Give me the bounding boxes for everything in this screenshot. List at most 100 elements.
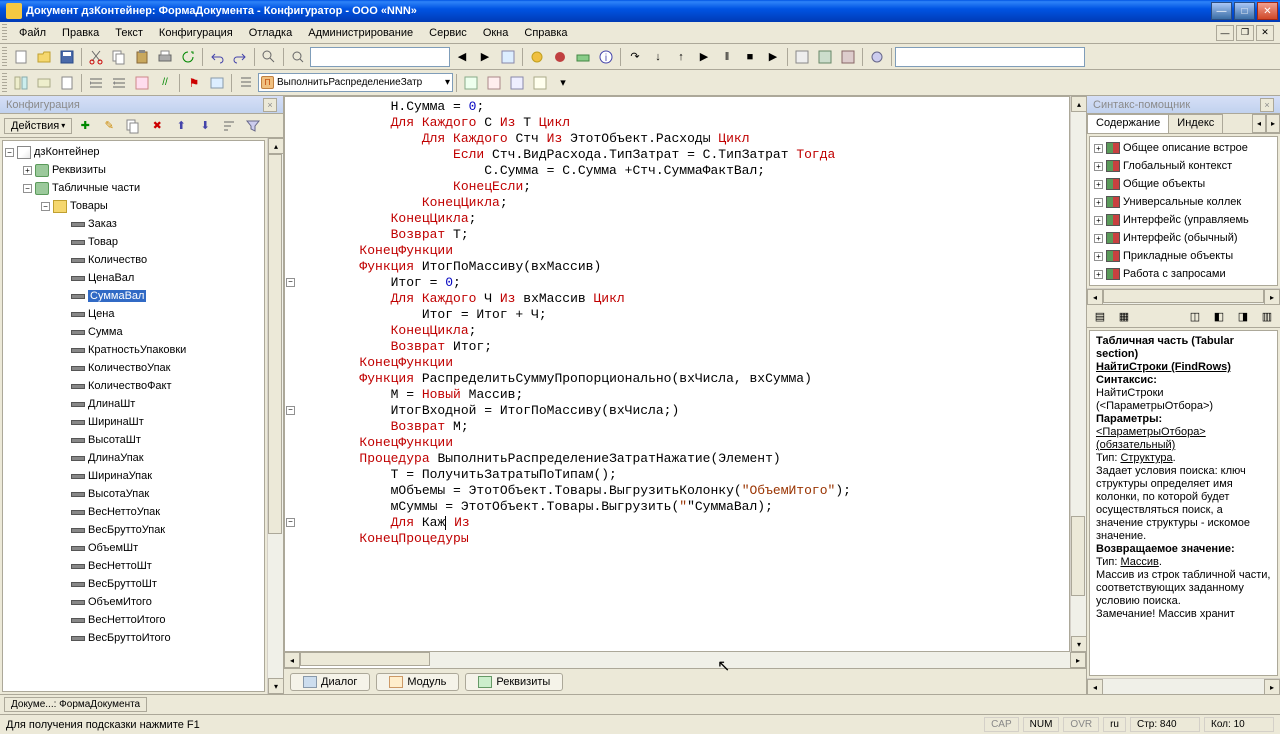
step-out-button[interactable]: ↑ <box>670 46 692 68</box>
tree-item[interactable]: ВесБруттоШт <box>5 575 262 593</box>
debug-breakpoint-button[interactable] <box>549 46 571 68</box>
tb2-2-button[interactable] <box>33 72 55 94</box>
print-button[interactable] <box>154 46 176 68</box>
mdi-minimize-button[interactable]: — <box>1216 25 1234 41</box>
continue-button[interactable]: ▶ <box>693 46 715 68</box>
menu-Отладка[interactable]: Отладка <box>241 25 300 41</box>
help-tb-2-button[interactable]: ▦ <box>1113 305 1135 327</box>
tree-item[interactable]: −Товары <box>5 197 262 215</box>
open-button[interactable] <box>33 46 55 68</box>
tree-item[interactable]: ОбъемШт <box>5 539 262 557</box>
cut-button[interactable] <box>85 46 107 68</box>
mdi-close-button[interactable]: ✕ <box>1256 25 1274 41</box>
config-pane-close-button[interactable]: × <box>263 98 277 112</box>
tree-item[interactable]: ДлинаШт <box>5 395 262 413</box>
code-editor[interactable]: −−− Н.Сумма = 0; Для Каждого С Из Т Цикл… <box>284 96 1070 652</box>
tree-item[interactable]: ОбъемИтого <box>5 593 262 611</box>
menu-Администрирование[interactable]: Администрирование <box>300 25 421 41</box>
tree-item[interactable]: Количество <box>5 251 262 269</box>
tree-item[interactable]: ДлинаУпак <box>5 449 262 467</box>
tb2-10-button[interactable] <box>460 72 482 94</box>
tab-dialog[interactable]: Диалог <box>290 673 370 691</box>
redo-button[interactable] <box>229 46 251 68</box>
action-down-button[interactable]: ⬇ <box>194 115 216 137</box>
tree-item[interactable]: КратностьУпаковки <box>5 341 262 359</box>
action-edit-button[interactable]: ✎ <box>98 115 120 137</box>
menu-Правка[interactable]: Правка <box>54 25 107 41</box>
save-button[interactable] <box>56 46 78 68</box>
tree-item[interactable]: ВесНеттоИтого <box>5 611 262 629</box>
tabs-scroll-left-button[interactable]: ◂ <box>1252 114 1266 133</box>
magnify-button[interactable] <box>287 46 309 68</box>
menu-Справка[interactable]: Справка <box>516 25 575 41</box>
pause-button[interactable]: ‖ <box>716 46 738 68</box>
refresh-button[interactable] <box>177 46 199 68</box>
tree-item[interactable]: Заказ <box>5 215 262 233</box>
tree-item[interactable]: ШиринаУпак <box>5 467 262 485</box>
help-tree[interactable]: +Общее описание встрое+Глобальный контек… <box>1089 136 1278 286</box>
help-h-scrollbar[interactable]: ◂▸ <box>1087 678 1280 694</box>
tree-item[interactable]: ВесНеттоШт <box>5 557 262 575</box>
maximize-button[interactable]: □ <box>1234 2 1255 20</box>
replace-button[interactable] <box>497 46 519 68</box>
find-prev-button[interactable]: ◀ <box>451 46 473 68</box>
tree-item[interactable]: ВысотаУпак <box>5 485 262 503</box>
syntax-helper-close-button[interactable]: × <box>1260 98 1274 112</box>
find-button[interactable] <box>258 46 280 68</box>
extra-1-button[interactable] <box>791 46 813 68</box>
tree-item[interactable]: −Табличные части <box>5 179 262 197</box>
tree-item[interactable]: +Реквизиты <box>5 161 262 179</box>
help-tree-item[interactable]: +Прикладные объекты <box>1092 247 1275 265</box>
minimize-button[interactable]: — <box>1211 2 1232 20</box>
paste-button[interactable] <box>131 46 153 68</box>
help-tb-6-button[interactable]: ▥ <box>1256 305 1278 327</box>
editor-h-scrollbar[interactable]: ◂ ▸ <box>284 652 1086 668</box>
tabs-scroll-right-button[interactable]: ▸ <box>1266 114 1280 133</box>
find-next-button[interactable]: ▶ <box>474 46 496 68</box>
tb2-6-button[interactable] <box>131 72 153 94</box>
actions-menu-button[interactable]: Действия ▾ <box>4 118 72 134</box>
tree-item[interactable]: КоличествоФакт <box>5 377 262 395</box>
help-tree-item[interactable]: +Интерфейс (обычный) <box>1092 229 1275 247</box>
copy-button[interactable] <box>108 46 130 68</box>
help-tb-3-button[interactable]: ◫ <box>1184 305 1206 327</box>
tree-item[interactable]: Сумма <box>5 323 262 341</box>
tree-item[interactable]: ЦенаВал <box>5 269 262 287</box>
info-button[interactable]: i <box>595 46 617 68</box>
tree-item[interactable]: ШиринаШт <box>5 413 262 431</box>
goto-line-button[interactable] <box>235 72 257 94</box>
tab-contents[interactable]: Содержание <box>1087 114 1169 133</box>
comment-button[interactable]: // <box>154 72 176 94</box>
action-filter-button[interactable] <box>242 115 264 137</box>
tree-item[interactable]: КоличествоУпак <box>5 359 262 377</box>
new-button[interactable] <box>10 46 32 68</box>
step-over-button[interactable]: ↷ <box>624 46 646 68</box>
procedure-combo[interactable]: ПВыполнитьРаспределениеЗатр▾ <box>258 73 453 92</box>
tb2-12-button[interactable] <box>506 72 528 94</box>
debug-3-button[interactable] <box>572 46 594 68</box>
tb2-1-button[interactable] <box>10 72 32 94</box>
stop-button[interactable]: ■ <box>739 46 761 68</box>
outdent-button[interactable] <box>108 72 130 94</box>
help-tree-item[interactable]: +Общее описание встрое <box>1092 139 1275 157</box>
help-tree-item[interactable]: +Работа с запросами <box>1092 265 1275 283</box>
indent-button[interactable] <box>85 72 107 94</box>
action-up-button[interactable]: ⬆ <box>170 115 192 137</box>
help-tb-4-button[interactable]: ◧ <box>1208 305 1230 327</box>
tree-item[interactable]: ВесНеттоУпак <box>5 503 262 521</box>
tb2-11-button[interactable] <box>483 72 505 94</box>
tree-item[interactable]: ВысотаШт <box>5 431 262 449</box>
close-button[interactable]: ✕ <box>1257 2 1278 20</box>
extra-2-button[interactable] <box>814 46 836 68</box>
menu-Сервис[interactable]: Сервис <box>421 25 475 41</box>
menu-Текст[interactable]: Текст <box>107 25 151 41</box>
help-tb-5-button[interactable]: ◨ <box>1232 305 1254 327</box>
help-tree-item[interactable]: +Интерфейс (управляемь <box>1092 211 1275 229</box>
toolbar-combo-2[interactable] <box>895 47 1085 67</box>
help-tree-item[interactable]: +Общие объекты <box>1092 175 1275 193</box>
tree-item[interactable]: Товар <box>5 233 262 251</box>
mdi-restore-button[interactable]: ❐ <box>1236 25 1254 41</box>
help-tree-item[interactable]: +Глобальный контекст <box>1092 157 1275 175</box>
action-sort-button[interactable] <box>218 115 240 137</box>
tb2-14-button[interactable]: ▾ <box>552 72 574 94</box>
